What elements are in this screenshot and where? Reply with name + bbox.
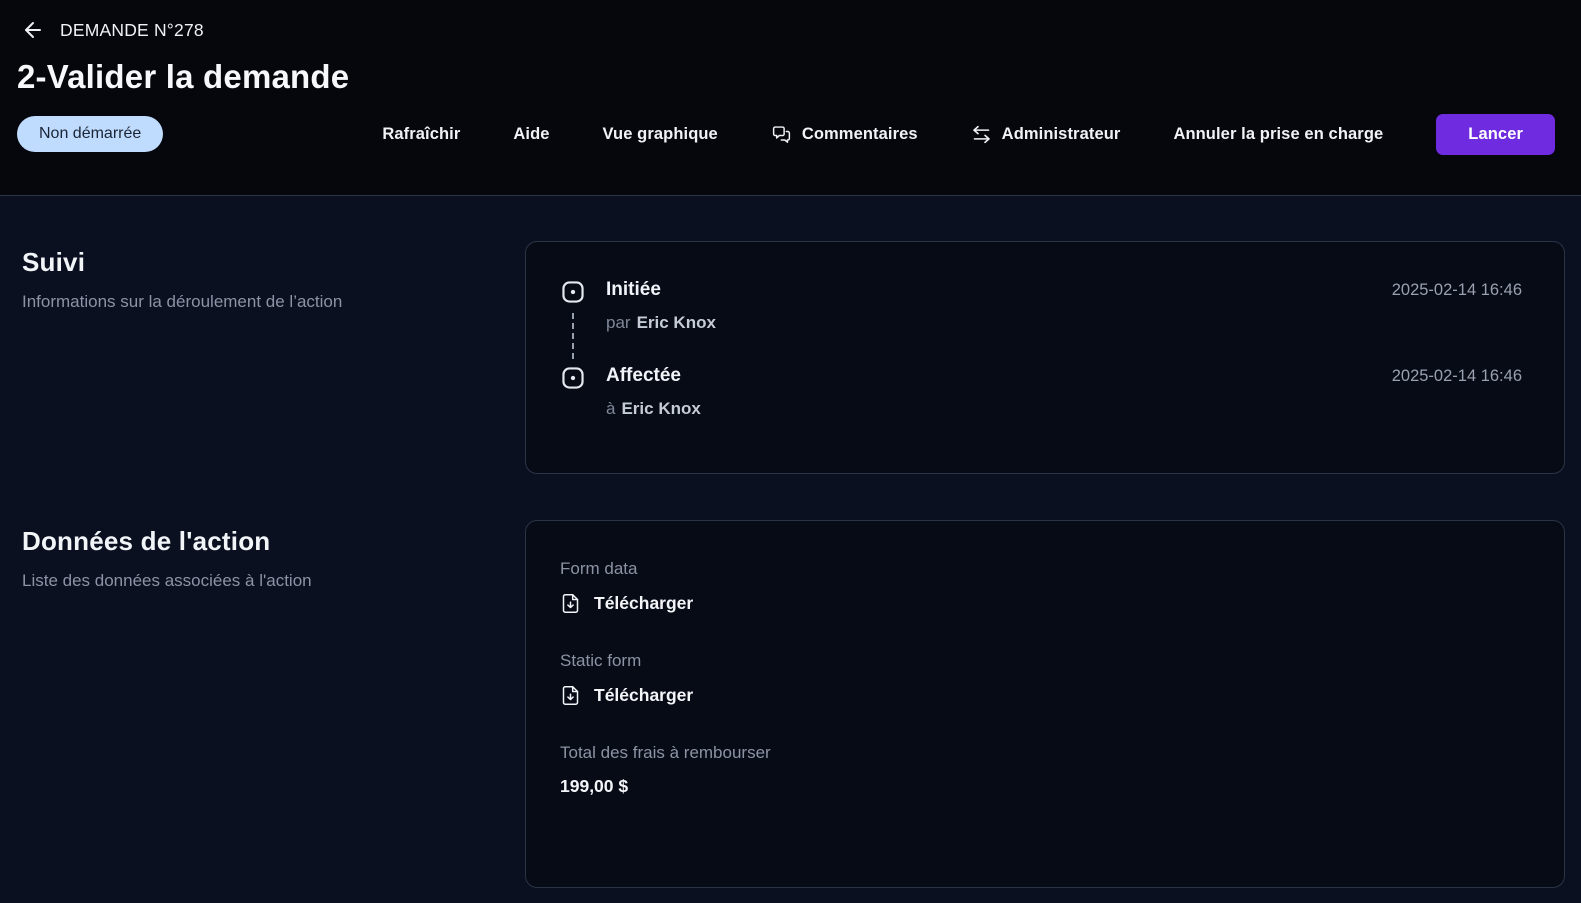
request-number-label: DEMANDE N°278 [60, 20, 204, 41]
tracking-section: Suivi Informations sur la déroulement de… [0, 241, 1565, 474]
event-timestamp: 2025-02-14 16:46 [1392, 281, 1522, 300]
event-actor-line: àEric Knox [606, 399, 1522, 419]
event-actor-line: parEric Knox [606, 313, 1522, 333]
timeline-connector [572, 313, 574, 359]
static-form-field: Static form Télécharger [560, 651, 1522, 707]
total-fees-value: 199,00 $ [560, 776, 1522, 797]
comments-button[interactable]: Commentaires [771, 124, 918, 145]
status-badge: Non démarrée [17, 116, 163, 153]
main-content: Suivi Informations sur la déroulement de… [0, 196, 1581, 888]
event-actor: Eric Knox [637, 313, 716, 332]
field-label: Total des frais à rembourser [560, 743, 1522, 763]
graph-view-button[interactable]: Vue graphique [603, 125, 718, 144]
tracking-section-subtitle: Informations sur la déroulement de l’act… [22, 290, 352, 315]
toolbar: Non démarrée Rafraîchir Aide Vue graphiq… [17, 111, 1555, 157]
milestone-icon [560, 365, 586, 391]
back-button[interactable] [21, 18, 45, 42]
field-label: Static form [560, 651, 1522, 671]
action-data-section-title: Données de l'action [22, 526, 455, 557]
action-data-section-subtitle: Liste des données associées à l'action [22, 569, 352, 594]
event-label: Affectée [606, 365, 681, 387]
milestone-icon [560, 279, 586, 305]
back-arrow-icon [21, 18, 45, 42]
breadcrumb: DEMANDE N°278 [17, 18, 1555, 42]
toolbar-actions: Rafraîchir Aide Vue graphique Commentair… [382, 114, 1555, 155]
timeline-event: Initiée 2025-02-14 16:46 parEric Knox [560, 279, 1522, 365]
launch-button[interactable]: Lancer [1436, 114, 1555, 155]
page-header: DEMANDE N°278 2-Valider la demande Non d… [0, 0, 1581, 196]
comments-icon [771, 124, 792, 145]
file-download-icon [560, 684, 581, 707]
tracking-section-title: Suivi [22, 247, 455, 278]
file-download-icon [560, 592, 581, 615]
event-label: Initiée [606, 279, 661, 301]
timeline-event: Affectée 2025-02-14 16:46 àEric Knox [560, 365, 1522, 419]
event-actor: Eric Knox [621, 399, 700, 418]
administrator-button[interactable]: Administrateur [971, 124, 1121, 145]
transfer-arrows-icon [971, 124, 992, 145]
tracking-section-info: Suivi Informations sur la déroulement de… [0, 241, 525, 315]
page-title: 2-Valider la demande [17, 58, 1555, 96]
action-data-card: Form data Télécharger Static form Téléch… [525, 520, 1565, 888]
cancel-assignment-button[interactable]: Annuler la prise en charge [1173, 125, 1383, 144]
event-timestamp: 2025-02-14 16:46 [1392, 367, 1522, 386]
field-label: Form data [560, 559, 1522, 579]
form-data-field: Form data Télécharger [560, 559, 1522, 615]
refresh-button[interactable]: Rafraîchir [382, 125, 460, 144]
action-data-section: Données de l'action Liste des données as… [0, 520, 1565, 888]
download-static-form-button[interactable]: Télécharger [560, 684, 693, 707]
download-form-data-button[interactable]: Télécharger [560, 592, 693, 615]
total-fees-field: Total des frais à rembourser 199,00 $ [560, 743, 1522, 797]
help-button[interactable]: Aide [513, 125, 549, 144]
tracking-timeline-card: Initiée 2025-02-14 16:46 parEric Knox [525, 241, 1565, 474]
action-data-section-info: Données de l'action Liste des données as… [0, 520, 525, 594]
